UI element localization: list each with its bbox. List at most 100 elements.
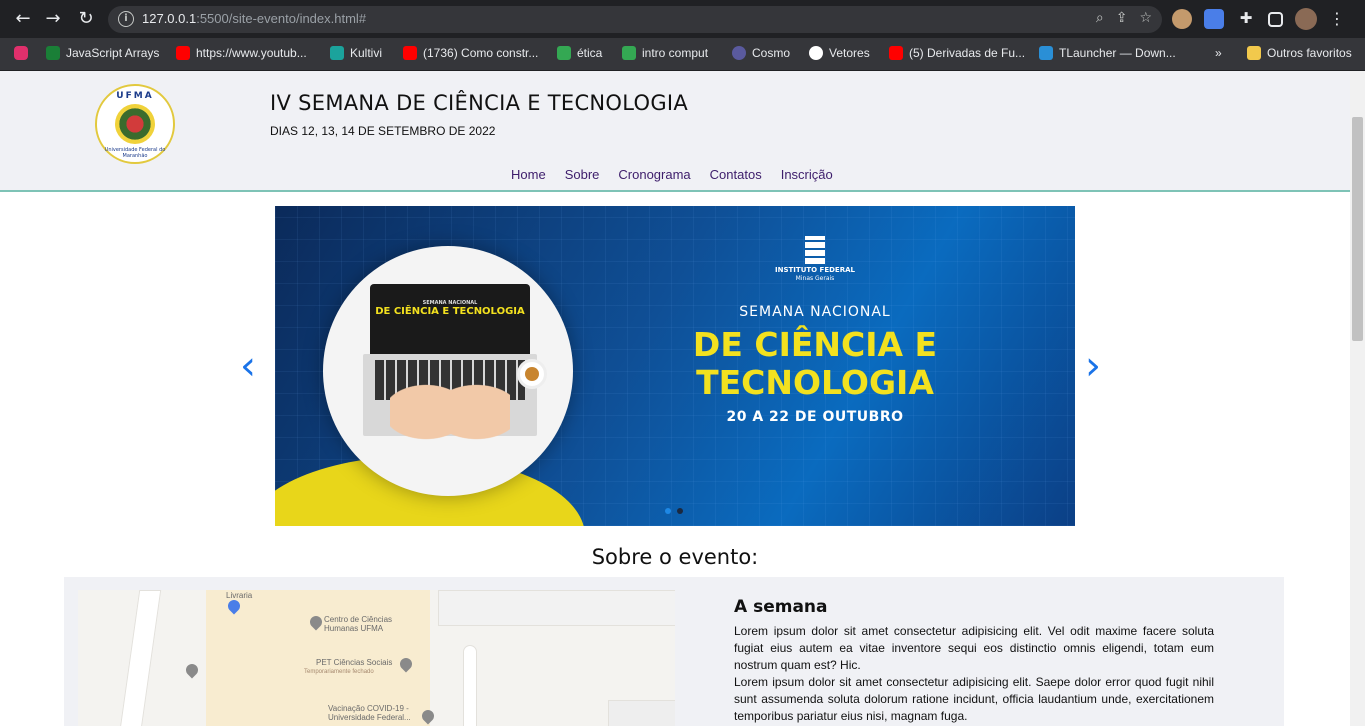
about-paragraph: Lorem ipsum dolor sit amet consectetur a… bbox=[734, 624, 1214, 672]
bookmark-item[interactable]: Vetores bbox=[809, 46, 870, 60]
ufma-logo: UFMA Universidade Federal do Maranhão bbox=[95, 84, 175, 164]
banner-main-title: DE CIÊNCIA E TECNOLOGIA bbox=[692, 325, 938, 402]
bookmark-label: (5) Derivadas de Fu... bbox=[909, 46, 1026, 60]
youtube-icon bbox=[403, 46, 417, 60]
banner-subtitle: SEMANA NACIONAL bbox=[739, 304, 891, 320]
nav-sobre[interactable]: Sobre bbox=[565, 167, 600, 182]
bookmark-item[interactable]: JavaScript Arrays bbox=[46, 46, 159, 60]
url-path: :5500/site-evento/index.html# bbox=[196, 11, 367, 26]
map-road bbox=[438, 590, 675, 626]
carousel-prev-icon[interactable]: ‹ bbox=[240, 346, 262, 386]
typing-hands bbox=[390, 376, 510, 466]
bookmark-label: TLauncher — Down... bbox=[1059, 46, 1176, 60]
map-pin-icon[interactable] bbox=[183, 661, 201, 679]
folder-icon bbox=[1247, 46, 1261, 60]
bookmark-label: Outros favoritos bbox=[1267, 46, 1352, 60]
page-viewport: UFMA Universidade Federal do Maranhão IV… bbox=[0, 71, 1350, 726]
bookmark-item[interactable]: Kultivi bbox=[330, 46, 382, 60]
map-label: Centro de Ciências Humanas UFMA bbox=[324, 615, 393, 633]
bookmark-item[interactable] bbox=[14, 46, 28, 60]
other-favorites-folder[interactable]: Outros favoritos bbox=[1247, 46, 1352, 60]
carousel-dot[interactable] bbox=[677, 508, 683, 514]
forward-icon[interactable]: → bbox=[42, 8, 64, 30]
logo-caption: Universidade Federal do Maranhão bbox=[104, 147, 166, 159]
about-paragraph: Lorem ipsum dolor sit amet consectetur a… bbox=[734, 675, 1214, 723]
map-label: PET Ciências Sociais bbox=[316, 658, 393, 667]
bookmarks-bar: JavaScript Arrays https://www.youtub... … bbox=[0, 38, 1365, 71]
nav-home[interactable]: Home bbox=[511, 167, 546, 182]
about-text: A semana Lorem ipsum dolor sit amet cons… bbox=[734, 597, 1214, 725]
classroom-icon bbox=[622, 46, 636, 60]
bookmark-label: Vetores bbox=[829, 46, 870, 60]
screen-big-text: DE CIÊNCIA E TECNOLOGIA bbox=[375, 306, 525, 317]
zoom-icon[interactable]: ⌕ bbox=[1096, 10, 1104, 26]
bookmarks-overflow-button[interactable]: » bbox=[1215, 46, 1222, 60]
classroom-icon bbox=[557, 46, 571, 60]
bookmark-label: ética bbox=[577, 46, 603, 60]
about-heading: A semana bbox=[734, 597, 828, 617]
bookmark-item[interactable]: (5) Derivadas de Fu... bbox=[889, 46, 1025, 60]
laptop-screen: SEMANA NACIONAL DE CIÊNCIA E TECNOLOGIA bbox=[370, 284, 530, 354]
star-icon[interactable]: ☆ bbox=[1139, 10, 1152, 26]
reload-icon[interactable]: ↻ bbox=[75, 8, 97, 30]
main-nav: Home Sobre Cronograma Contatos Inscrição bbox=[511, 167, 833, 182]
bookmark-item[interactable]: https://www.youtub... bbox=[176, 46, 307, 60]
bookmark-label: intro comput bbox=[642, 46, 709, 60]
embedded-map[interactable]: Livraria Centro de Ciências Humanas UFMA… bbox=[78, 590, 675, 726]
map-road bbox=[463, 645, 477, 726]
kultivi-icon bbox=[330, 46, 344, 60]
nav-inscricao[interactable]: Inscrição bbox=[781, 167, 833, 182]
site-title: IV SEMANA DE CIÊNCIA E TECNOLOGIA bbox=[270, 91, 689, 115]
bookmark-item[interactable]: intro comput bbox=[622, 46, 708, 60]
institute-name: INSTITUTO FEDERAL bbox=[775, 266, 855, 274]
bookmark-label: JavaScript Arrays bbox=[66, 46, 160, 60]
map-road bbox=[608, 700, 675, 726]
bookmark-label: Cosmo bbox=[752, 46, 791, 60]
address-bar[interactable]: i 127.0.0.1:5500/site-evento/index.html#… bbox=[108, 6, 1162, 33]
browser-menu-icon[interactable]: ⋮ bbox=[1329, 9, 1345, 29]
bookmark-item[interactable]: ética bbox=[557, 46, 602, 60]
if-logo-icon bbox=[805, 236, 825, 264]
react-icon bbox=[732, 46, 746, 60]
map-label: Temporariamente fechado bbox=[304, 669, 374, 675]
side-panel-icon[interactable] bbox=[1268, 11, 1283, 27]
w3-icon bbox=[46, 46, 60, 60]
url-host: 127.0.0.1 bbox=[142, 11, 197, 26]
extensions-puzzle-icon[interactable]: ✚ bbox=[1236, 9, 1256, 29]
youtube-icon bbox=[176, 46, 190, 60]
map-label: Livraria bbox=[226, 591, 253, 600]
extension-owl-icon[interactable] bbox=[1172, 9, 1192, 29]
institute-label: INSTITUTO FEDERAL Minas Gerais bbox=[775, 266, 855, 283]
map-label: Vacinação COVID-19 - Universidade Federa… bbox=[328, 704, 411, 722]
carousel-next-icon[interactable]: › bbox=[1085, 346, 1107, 386]
section-title: Sobre o evento: bbox=[591, 545, 759, 569]
bookmark-item[interactable]: TLauncher — Down... bbox=[1039, 46, 1176, 60]
carousel-dot[interactable] bbox=[665, 508, 671, 514]
scrollbar-thumb[interactable] bbox=[1352, 117, 1363, 341]
tlauncher-icon bbox=[1039, 46, 1053, 60]
back-icon[interactable]: ← bbox=[12, 8, 34, 30]
page-scrollbar[interactable] bbox=[1350, 71, 1365, 726]
bookmark-label: (1736) Como constr... bbox=[423, 46, 539, 60]
bookmark-item[interactable]: Cosmo bbox=[732, 46, 790, 60]
overflow-label: » bbox=[1215, 46, 1222, 60]
nav-cronograma[interactable]: Cronograma bbox=[618, 167, 690, 182]
site-header: UFMA Universidade Federal do Maranhão IV… bbox=[0, 71, 1350, 192]
share-icon[interactable]: ⇪ bbox=[1116, 10, 1128, 26]
carousel-indicators bbox=[665, 508, 683, 514]
banner-carousel: SEMANA NACIONAL DE CIÊNCIA E TECNOLOGIA … bbox=[275, 206, 1075, 526]
logo-emblem bbox=[115, 104, 155, 144]
bookmark-label: Kultivi bbox=[350, 46, 383, 60]
instagram-icon bbox=[14, 46, 28, 60]
url-text[interactable]: 127.0.0.1:5500/site-evento/index.html# bbox=[142, 11, 366, 26]
youtube-icon bbox=[889, 46, 903, 60]
site-info-icon[interactable]: i bbox=[118, 11, 134, 27]
wordpress-icon bbox=[809, 46, 823, 60]
banner-dates: 20 A 22 DE OUTUBRO bbox=[726, 409, 904, 425]
profile-avatar[interactable] bbox=[1295, 8, 1317, 30]
bookmark-item[interactable]: (1736) Como constr... bbox=[403, 46, 538, 60]
logo-text: UFMA bbox=[116, 91, 154, 101]
browser-toolbar: ← → ↻ i 127.0.0.1:5500/site-evento/index… bbox=[0, 0, 1365, 38]
translate-icon[interactable] bbox=[1204, 9, 1224, 29]
nav-contatos[interactable]: Contatos bbox=[710, 167, 762, 182]
